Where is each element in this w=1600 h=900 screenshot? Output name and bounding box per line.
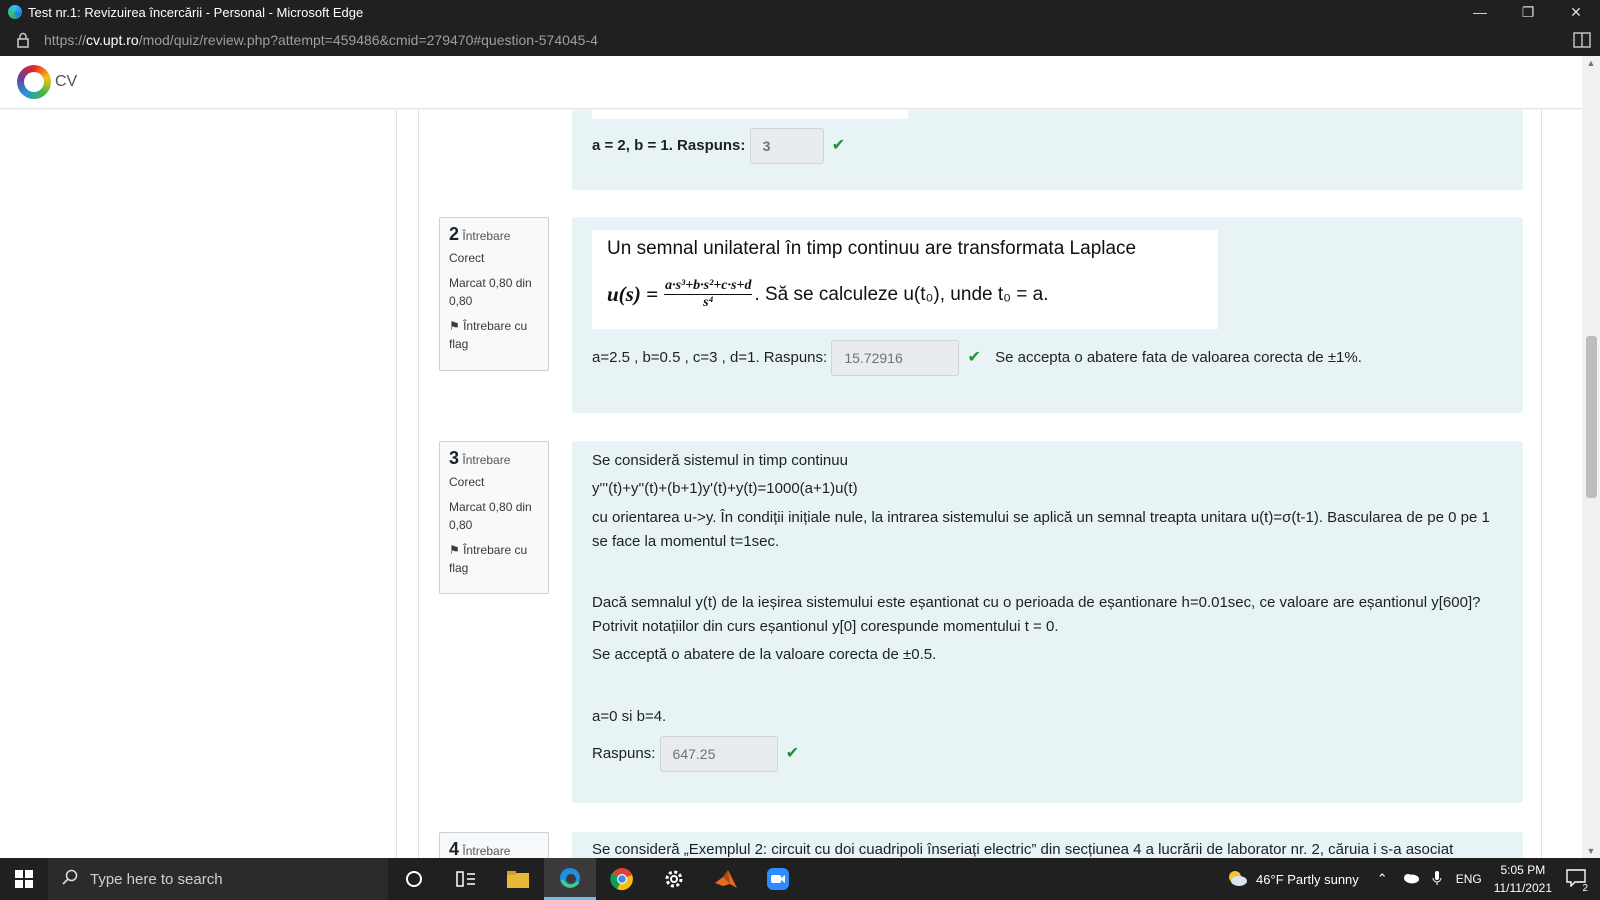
question-4-label: Întrebare xyxy=(462,844,511,858)
region-border-right xyxy=(1541,110,1542,858)
question-3-label: Întrebare xyxy=(462,453,511,467)
clock-time: 5:05 PM xyxy=(1500,863,1546,877)
question-2-answer-row: a=2.5 , b=0.5 , c=3 , d=1. Raspuns: 15.7… xyxy=(592,339,1362,377)
window-title: Test nr.1: Revizuirea încercării - Perso… xyxy=(28,4,364,20)
taskbar-search-box[interactable]: Type here to search xyxy=(48,858,388,900)
question-1-content: a = 2, b = 1. Raspuns: 3 ✔ xyxy=(572,110,1523,190)
close-icon[interactable]: ✕ xyxy=(1552,0,1600,24)
restore-icon[interactable]: ❐ xyxy=(1504,0,1552,24)
question-4-content: Se consideră „Exemplul 2: circuit cu doi… xyxy=(572,832,1523,858)
question-2-number: 2 xyxy=(449,224,460,244)
question-1-image xyxy=(592,110,908,119)
formula-lhs: u(s) = xyxy=(607,282,659,306)
question-2-formula: u(s) = a·s³+b·s²+c·s+d s⁴ . Să se calcul… xyxy=(607,278,1049,311)
weather-text[interactable]: 46°F Partly sunny xyxy=(1256,872,1359,887)
question-2-flag[interactable]: ⚑ Întrebare cu flag xyxy=(449,317,539,353)
question-2-label: Întrebare xyxy=(462,229,511,243)
question-3-answer-input[interactable]: 647.25 xyxy=(659,736,778,773)
language-indicator[interactable]: ENG xyxy=(1456,872,1482,886)
question-3-content: Se consideră sistemul in timp continuu y… xyxy=(572,441,1523,803)
clock-date: 11/11/2021 xyxy=(1493,881,1552,895)
question-2-state: Corect xyxy=(449,251,485,265)
question-2-formula-image: Un semnal unilateral în timp continuu ar… xyxy=(592,230,1218,329)
formula-rest: . Să se calculeze u(t₀), unde t₀ = a. xyxy=(754,283,1049,305)
main-content: a = 2, b = 1. Raspuns: 3 ✔ 2 Întrebare C… xyxy=(0,110,1582,858)
question-3-equation: y'''(t)+y''(t)+(b+1)y'(t)+y(t)=1000(a+1)… xyxy=(592,480,858,497)
question-3-answer-label: Raspuns: xyxy=(592,745,656,762)
correct-check-icon: ✔ xyxy=(967,349,981,367)
question-4-text: Se consideră „Exemplul 2: circuit cu doi… xyxy=(592,841,1454,858)
minimize-icon[interactable]: — xyxy=(1456,0,1504,24)
onedrive-cloud-icon[interactable] xyxy=(1402,872,1420,887)
search-icon xyxy=(62,869,78,889)
weather-icon[interactable] xyxy=(1226,869,1248,890)
scroll-down-icon[interactable]: ▼ xyxy=(1582,846,1600,856)
question-3-state: Corect xyxy=(449,475,485,489)
window-titlebar: Test nr.1: Revizuirea încercării - Perso… xyxy=(0,0,1600,24)
question-3-line-1: Se consideră sistemul in timp continuu xyxy=(592,452,848,469)
question-3-answer-row: Raspuns: 647.25 ✔ xyxy=(592,735,799,773)
question-2-grade: Marcat 0,80 din 0,80 xyxy=(449,276,532,308)
url-path: /mod/quiz/review.php?attempt=459486&cmid… xyxy=(138,32,598,48)
question-3-info: 3 Întrebare Corect Marcat 0,80 din 0,80 … xyxy=(439,441,549,594)
system-tray: 46°F Partly sunny ⌃ ENG 5:05 PM 11/11/20… xyxy=(1226,861,1600,897)
page-scrollbar[interactable]: ▲ ▼ xyxy=(1582,56,1600,858)
question-1-answer-row: a = 2, b = 1. Raspuns: 3 ✔ xyxy=(592,127,845,165)
notification-count: 2 xyxy=(1580,882,1590,894)
cortana-icon[interactable] xyxy=(388,858,440,900)
address-bar[interactable]: https://cv.upt.ro/mod/quiz/review.php?at… xyxy=(0,24,1600,56)
sidebar-divider xyxy=(396,110,397,858)
question-3-params: a=0 si b=4. xyxy=(592,708,667,725)
edge-taskbar-icon[interactable] xyxy=(544,858,596,900)
reading-view-icon[interactable] xyxy=(1564,32,1600,48)
formula-numerator: a·s³+b·s²+c·s+d xyxy=(664,278,753,295)
flag-icon: ⚑ xyxy=(449,319,464,333)
chrome-icon[interactable] xyxy=(596,858,648,900)
url-scheme: https:// xyxy=(44,32,87,48)
question-2-content: Un semnal unilateral în timp continuu ar… xyxy=(572,217,1523,413)
question-3-grade: Marcat 0,80 din 0,80 xyxy=(449,500,532,532)
site-logo[interactable] xyxy=(17,65,51,99)
matlab-icon[interactable] xyxy=(700,858,752,900)
question-3-flag[interactable]: ⚑ Întrebare cu flag xyxy=(449,541,539,577)
tray-chevron-up-icon[interactable]: ⌃ xyxy=(1377,871,1388,887)
zoom-icon[interactable] xyxy=(752,858,804,900)
edge-icon xyxy=(8,5,22,19)
site-header: CV xyxy=(0,56,1582,109)
question-3-tolerance: Se acceptă o abatere de la valoare corec… xyxy=(592,646,937,663)
site-logo-text[interactable]: CV xyxy=(55,73,77,91)
url-domain: cv.upt.ro xyxy=(86,32,139,48)
task-view-icon[interactable] xyxy=(440,858,492,900)
question-3-line-4: Dacă semnalul y(t) de la ieșirea sistemu… xyxy=(592,594,1481,635)
question-1-answer-input[interactable]: 3 xyxy=(749,128,824,165)
search-placeholder[interactable]: Type here to search xyxy=(90,871,223,888)
taskbar-clock[interactable]: 5:05 PM 11/11/2021 xyxy=(1494,861,1552,897)
scroll-up-icon[interactable]: ▲ xyxy=(1582,58,1600,68)
settings-gear-icon[interactable] xyxy=(648,858,700,900)
question-2-tolerance: Se accepta o abatere fata de valoarea co… xyxy=(995,349,1362,366)
url-text[interactable]: https://cv.upt.ro/mod/quiz/review.php?at… xyxy=(44,32,1564,48)
question-3-number: 3 xyxy=(449,448,460,468)
formula-fraction: a·s³+b·s²+c·s+d s⁴ xyxy=(664,278,753,311)
question-2-answer-input[interactable]: 15.72916 xyxy=(831,340,960,377)
windows-taskbar: Type here to search 46°F Partly sunny ⌃ … xyxy=(0,858,1600,900)
question-2-heading: Un semnal unilateral în timp continuu ar… xyxy=(607,238,1137,259)
microphone-icon[interactable] xyxy=(1432,870,1442,889)
scrollbar-thumb[interactable] xyxy=(1586,336,1597,498)
question-1-prompt: a = 2, b = 1. Raspuns: xyxy=(592,137,746,154)
question-3-line-3: cu orientarea u->y. În condiții inițiale… xyxy=(592,509,1490,550)
question-4-info: 4 Întrebare xyxy=(439,832,549,858)
correct-check-icon: ✔ xyxy=(785,745,800,763)
notification-center-icon[interactable]: 2 xyxy=(1566,868,1590,894)
lock-icon xyxy=(8,32,38,48)
correct-check-icon: ✔ xyxy=(831,137,846,155)
windows-start-icon[interactable] xyxy=(0,858,48,900)
formula-denominator: s⁴ xyxy=(703,295,714,310)
question-2-params: a=2.5 , b=0.5 , c=3 , d=1. Raspuns: xyxy=(592,349,828,366)
question-4-number: 4 xyxy=(449,839,460,858)
region-border-left xyxy=(418,110,419,858)
question-2-info: 2 Întrebare Corect Marcat 0,80 din 0,80 … xyxy=(439,217,549,371)
flag-icon: ⚑ xyxy=(449,543,464,557)
file-explorer-icon[interactable] xyxy=(492,858,544,900)
